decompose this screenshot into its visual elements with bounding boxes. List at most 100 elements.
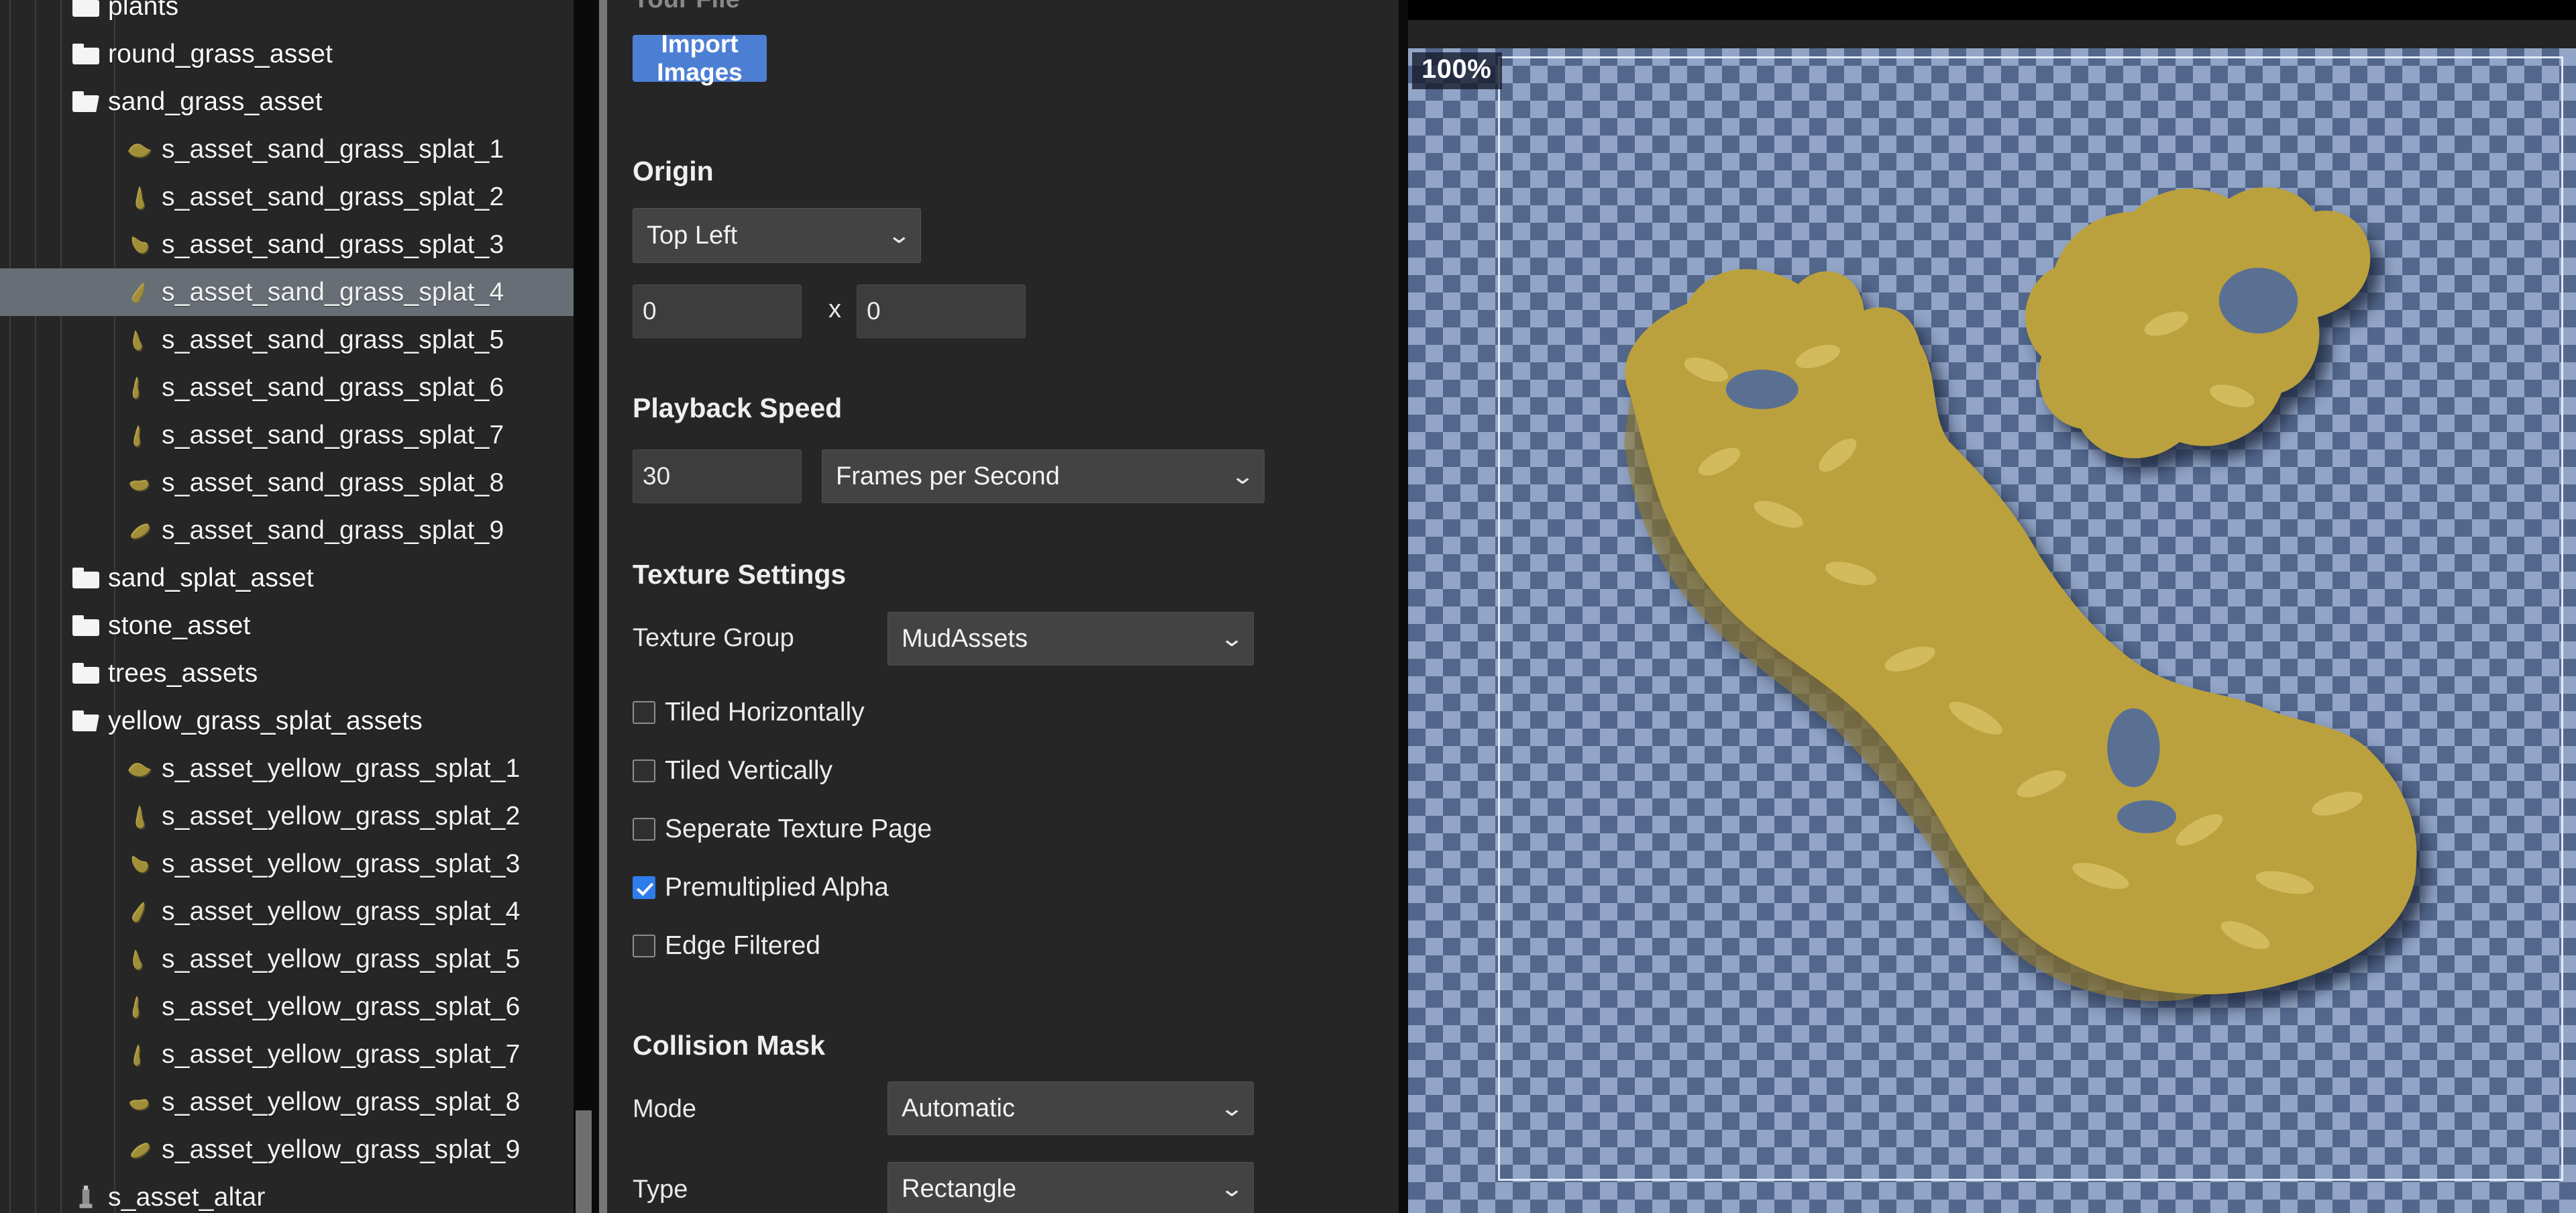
texture-checkbox-premultiplied-alpha[interactable]: Premultiplied Alpha (633, 873, 889, 902)
tree-sprite-row[interactable]: s_asset_yellow_grass_splat_1 (0, 745, 574, 792)
tree-sprite-label: s_asset_sand_grass_splat_2 (162, 182, 504, 212)
checkbox-icon[interactable] (633, 935, 655, 957)
tree-sprite-row[interactable]: s_asset_sand_grass_splat_7 (0, 411, 574, 459)
tree-sprite-label: s_asset_yellow_grass_splat_9 (162, 1135, 521, 1165)
sprite-thumbnail-icon (70, 1182, 101, 1213)
sprite-bounding-box (1498, 56, 2563, 1181)
checkbox-label: Edge Filtered (665, 931, 820, 961)
chevron-down-icon: ⌄ (1219, 1177, 1244, 1200)
tree-folder-row[interactable]: round_grass_asset (0, 30, 574, 78)
tree-folder-label: plants (108, 0, 178, 21)
tree-sprite-row[interactable]: s_asset_yellow_grass_splat_4 (0, 888, 574, 935)
tree-sprite-row[interactable]: s_asset_yellow_grass_splat_6 (0, 983, 574, 1031)
tree-sprite-label: s_asset_yellow_grass_splat_3 (162, 849, 521, 879)
sprite-editor-window: plants round_grass_asset sand_grass_assets… (0, 0, 2576, 1213)
tree-scrollbar[interactable] (574, 0, 594, 1213)
checkbox-icon[interactable] (633, 818, 655, 841)
import-images-button[interactable]: Import Images (633, 35, 767, 82)
sprite-thumbnail-icon (124, 1087, 155, 1118)
tree-sprite-row[interactable]: s_asset_sand_grass_splat_9 (0, 507, 574, 554)
origin-x-input[interactable]: 0 (633, 284, 802, 338)
tree-folder-row[interactable]: plants (0, 0, 574, 30)
tree-folder-label: stone_asset (108, 611, 251, 641)
sprite-thumbnail-icon (124, 134, 155, 165)
tree-sprite-label: s_asset_yellow_grass_splat_7 (162, 1040, 521, 1069)
checkbox-icon[interactable] (633, 759, 655, 782)
sprite-thumbnail-icon (124, 372, 155, 403)
tree-sprite-label: s_asset_sand_grass_splat_1 (162, 135, 504, 164)
tree-sprite-row[interactable]: s_asset_sand_grass_splat_6 (0, 364, 574, 411)
sprite-thumbnail-icon (124, 944, 155, 975)
tree-folder-label: sand_grass_asset (108, 87, 323, 117)
collision-type-value: Rectangle (902, 1175, 1016, 1204)
collision-mode-value: Automatic (902, 1094, 1015, 1123)
tree-sprite-row[interactable]: s_asset_sand_grass_splat_1 (0, 125, 574, 173)
folder-icon (70, 658, 101, 689)
tree-sprite-row[interactable]: s_asset_yellow_grass_splat_2 (0, 792, 574, 840)
tree-sprite-label: s_asset_yellow_grass_splat_8 (162, 1088, 521, 1117)
tree-sprite-row[interactable]: s_asset_sand_grass_splat_8 (0, 459, 574, 507)
playback-speed-input[interactable]: 30 (633, 450, 802, 503)
checkbox-icon[interactable] (633, 701, 655, 724)
tree-sprite-row[interactable]: s_asset_sand_grass_splat_3 (0, 221, 574, 268)
texture-checkbox-seperate-texture-page[interactable]: Seperate Texture Page (633, 814, 932, 844)
tree-folder-row[interactable]: sand_grass_asset (0, 78, 574, 125)
tree-sprite-row[interactable]: s_asset_sand_grass_splat_2 (0, 173, 574, 221)
sprite-canvas-panel[interactable]: 100% (1408, 0, 2576, 1213)
tree-folder-row[interactable]: sand_splat_asset (0, 554, 574, 602)
origin-preset-select[interactable]: Top Left ⌄ (633, 208, 921, 263)
playback-speed-unit-select[interactable]: Frames per Second ⌄ (822, 450, 1265, 503)
tree-folder-row[interactable]: stone_asset (0, 602, 574, 649)
playback-speed-heading: Playback Speed (633, 392, 842, 424)
origin-heading: Origin (633, 156, 714, 187)
checkbox-label: Tiled Vertically (665, 756, 833, 786)
texture-checkbox-edge-filtered[interactable]: Edge Filtered (633, 931, 820, 961)
tree-sprite-row[interactable]: s_asset_yellow_grass_splat_8 (0, 1078, 574, 1126)
origin-separator: x (828, 295, 841, 324)
chevron-down-icon: ⌄ (1219, 627, 1244, 650)
texture-checkbox-tiled-horizontally[interactable]: Tiled Horizontally (633, 698, 865, 727)
origin-y-input[interactable]: 0 (857, 284, 1026, 338)
chevron-down-icon: ⌄ (886, 224, 911, 247)
tree-sprite-label: s_asset_altar (108, 1183, 266, 1212)
checkbox-checked-icon[interactable] (633, 876, 655, 899)
sprite-properties-panel: Your File Import Images Origin Top Left … (607, 0, 1399, 1213)
texture-group-select[interactable]: MudAssets ⌄ (888, 612, 1254, 666)
tree-sprite-label: s_asset_yellow_grass_splat_6 (162, 992, 521, 1022)
tree-sprite-label: s_asset_sand_grass_splat_7 (162, 421, 504, 450)
tree-scrollbar-thumb[interactable] (576, 1110, 592, 1213)
tree-folder-row[interactable]: trees_assets (0, 649, 574, 697)
collision-type-label: Type (633, 1175, 688, 1204)
tree-sprite-row[interactable]: s_asset_altar (0, 1173, 574, 1213)
tree-sprite-row[interactable]: s_asset_yellow_grass_splat_5 (0, 935, 574, 983)
tree-folder-row[interactable]: yellow_grass_splat_assets (0, 697, 574, 745)
tree-sprite-label: s_asset_sand_grass_splat_5 (162, 325, 504, 355)
collision-mode-select[interactable]: Automatic ⌄ (888, 1082, 1254, 1135)
texture-checkbox-tiled-vertically[interactable]: Tiled Vertically (633, 756, 833, 786)
tree-sprite-row[interactable]: s_asset_yellow_grass_splat_9 (0, 1126, 574, 1173)
tree-sprite-label: s_asset_yellow_grass_splat_5 (162, 945, 521, 974)
sprite-thumbnail-icon (124, 515, 155, 546)
tree-sprite-row[interactable]: s_asset_sand_grass_splat_4 (0, 268, 574, 316)
tree-sprite-label: s_asset_sand_grass_splat_3 (162, 230, 504, 260)
folder-open-icon (70, 706, 101, 737)
texture-group-value: MudAssets (902, 625, 1028, 653)
tree-sprite-label: s_asset_yellow_grass_splat_2 (162, 802, 521, 831)
tree-folder-label: trees_assets (108, 659, 258, 688)
collision-type-select[interactable]: Rectangle ⌄ (888, 1162, 1254, 1213)
folder-icon (70, 611, 101, 641)
tree-sprite-label: s_asset_sand_grass_splat_4 (162, 278, 504, 307)
tree-folder-label: sand_splat_asset (108, 564, 314, 593)
tree-sprite-label: s_asset_yellow_grass_splat_4 (162, 897, 521, 927)
sprite-thumbnail-icon (124, 753, 155, 784)
tree-sprite-row[interactable]: s_asset_yellow_grass_splat_3 (0, 840, 574, 888)
sprite-thumbnail-icon (124, 849, 155, 880)
tree-sprite-row[interactable]: s_asset_yellow_grass_splat_7 (0, 1031, 574, 1078)
playback-speed-unit-value: Frames per Second (836, 462, 1060, 491)
sprite-thumbnail-icon (124, 896, 155, 927)
panel-divider (1399, 0, 1408, 1213)
folder-icon (70, 0, 101, 22)
sprite-thumbnail-icon (124, 229, 155, 260)
panel-resize-handle[interactable] (599, 0, 607, 1213)
tree-sprite-row[interactable]: s_asset_sand_grass_splat_5 (0, 316, 574, 364)
